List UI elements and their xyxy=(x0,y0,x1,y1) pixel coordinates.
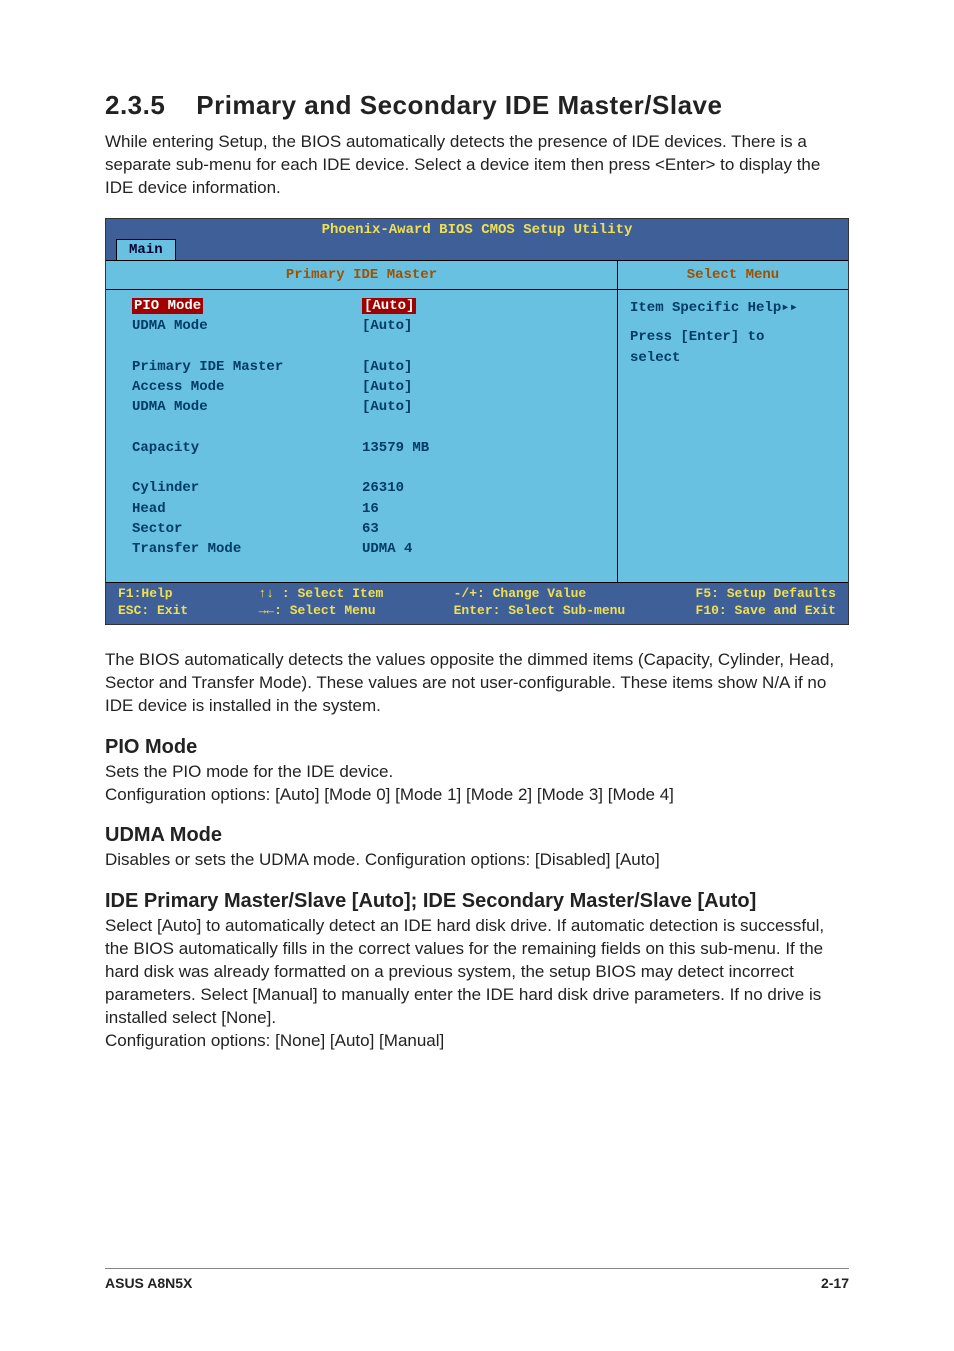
bios-setting-label: UDMA Mode xyxy=(132,397,362,417)
bios-setting-value: [Auto] xyxy=(362,397,601,417)
pio-mode-heading: PIO Mode xyxy=(105,736,849,759)
bios-footer: F1:Help ESC: Exit ↑↓ : Select Item →←: S… xyxy=(106,583,848,624)
footer-key: F10: Save and Exit xyxy=(696,603,836,618)
section-title: Primary and Secondary IDE Master/Slave xyxy=(196,90,722,120)
page-footer: ASUS A8N5X 2-17 xyxy=(105,1268,849,1291)
bios-setting-value: 13579 MB xyxy=(362,438,601,458)
bios-setting-row[interactable]: Access Mode[Auto] xyxy=(132,377,601,397)
bios-setting-label: Transfer Mode xyxy=(132,539,362,559)
bios-setting-value: [Auto] xyxy=(362,377,601,397)
bios-setting-value: UDMA 4 xyxy=(362,539,601,559)
bios-right-heading: Select Menu xyxy=(618,261,848,290)
bios-setting-label: Capacity xyxy=(132,438,362,458)
footer-key: →←: Select Menu xyxy=(259,603,376,618)
bios-setting-row[interactable]: Transfer ModeUDMA 4 xyxy=(132,539,601,559)
udma-mode-heading: UDMA Mode xyxy=(105,824,849,847)
footer-key: Enter: Select Sub-menu xyxy=(454,603,626,618)
pio-mode-config: Configuration options: [Auto] [Mode 0] [… xyxy=(105,784,849,807)
bios-setting-row[interactable]: Sector 63 xyxy=(132,519,601,539)
bios-setting-row xyxy=(132,336,601,356)
footer-key: F1:Help xyxy=(118,586,173,601)
bios-setting-row[interactable]: PIO Mode[Auto] xyxy=(132,296,601,316)
footer-key: ↑↓ : Select Item xyxy=(259,586,384,601)
footer-key: F5: Setup Defaults xyxy=(696,586,836,601)
bios-setting-row[interactable]: Primary IDE Master[Auto] xyxy=(132,357,601,377)
ide-auto-config: Configuration options: [None] [Auto] [Ma… xyxy=(105,1030,849,1053)
bios-setting-label: UDMA Mode xyxy=(132,316,362,336)
udma-mode-desc: Disables or sets the UDMA mode. Configur… xyxy=(105,849,849,872)
bios-setting-row xyxy=(132,458,601,478)
bios-setting-row[interactable]: UDMA Mode[Auto] xyxy=(132,397,601,417)
bios-help-panel: Item Specific Help▸▸ Press [Enter] to se… xyxy=(618,290,848,377)
pio-mode-desc: Sets the PIO mode for the IDE device. xyxy=(105,761,849,784)
bios-settings-list: PIO Mode[Auto]UDMA Mode[Auto] Primary ID… xyxy=(106,290,617,582)
bios-tab-main[interactable]: Main xyxy=(116,239,176,260)
intro-paragraph: While entering Setup, the BIOS automatic… xyxy=(105,131,849,200)
bios-left-heading: Primary IDE Master xyxy=(106,261,617,290)
bios-setting-value: 26310 xyxy=(362,478,601,498)
section-heading: 2.3.5 Primary and Secondary IDE Master/S… xyxy=(105,90,849,121)
bios-setting-label: Head xyxy=(132,499,362,519)
bios-setting-value: 16 xyxy=(362,499,601,519)
bios-utility-title: Phoenix-Award BIOS CMOS Setup Utility xyxy=(106,219,848,239)
bios-setting-row[interactable]: Cylinder26310 xyxy=(132,478,601,498)
help-line: select xyxy=(630,348,836,369)
bios-setting-label: PIO Mode xyxy=(132,296,362,316)
bios-setting-row[interactable]: Head 16 xyxy=(132,499,601,519)
bios-screenshot: Phoenix-Award BIOS CMOS Setup Utility Ma… xyxy=(105,218,849,625)
bios-setting-value: [Auto] xyxy=(362,316,601,336)
bios-setting-value: [Auto] xyxy=(362,296,601,316)
section-number: 2.3.5 xyxy=(105,90,165,120)
help-line: Item Specific Help▸▸ xyxy=(630,298,836,319)
ide-auto-body: Select [Auto] to automatically detect an… xyxy=(105,915,849,1030)
bios-setting-value: [Auto] xyxy=(362,357,601,377)
bios-setting-row[interactable]: UDMA Mode[Auto] xyxy=(132,316,601,336)
ide-auto-heading: IDE Primary Master/Slave [Auto]; IDE Sec… xyxy=(105,890,849,913)
footer-key: -/+: Change Value xyxy=(454,586,587,601)
footer-key: ESC: Exit xyxy=(118,603,188,618)
bios-setting-row[interactable]: Capacity13579 MB xyxy=(132,438,601,458)
after-bios-paragraph: The BIOS automatically detects the value… xyxy=(105,649,849,718)
bios-setting-label: Primary IDE Master xyxy=(132,357,362,377)
help-line: Press [Enter] to xyxy=(630,327,836,348)
bios-setting-value: 63 xyxy=(362,519,601,539)
bios-setting-label: Cylinder xyxy=(132,478,362,498)
bios-setting-label: Sector xyxy=(132,519,362,539)
footer-page-number: 2-17 xyxy=(821,1275,849,1291)
bios-tab-row: Main xyxy=(106,239,848,260)
bios-setting-row xyxy=(132,418,601,438)
footer-product: ASUS A8N5X xyxy=(105,1275,192,1291)
bios-setting-label: Access Mode xyxy=(132,377,362,397)
